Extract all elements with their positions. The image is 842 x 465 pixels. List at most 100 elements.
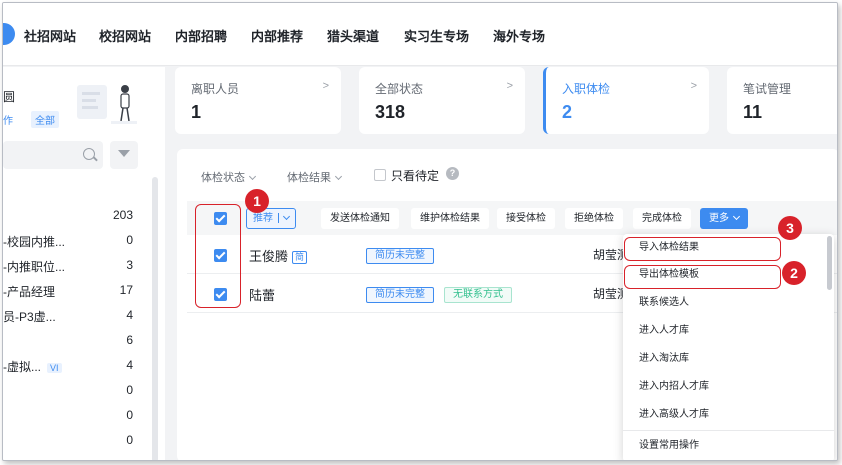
more-button[interactable]: 更多 — [700, 208, 748, 229]
sidebar-item-label: -内推职位... — [3, 260, 65, 274]
sidebar-item[interactable]: 员-P3虚... 4 — [3, 306, 133, 326]
sidebar: 圆 作 全部 203 -校园内推... 0 -内推职位... 3 -产品经理 17 员… — [3, 67, 165, 460]
sidebar-all-tag[interactable]: 全部 — [31, 111, 59, 128]
card-value: 11 — [743, 102, 763, 122]
candidate-name[interactable]: 王俊腾简 — [249, 246, 308, 265]
chevron-right-icon: > — [322, 80, 329, 92]
step-badge-1: 1 — [245, 189, 269, 213]
chevron-down-icon[interactable] — [282, 212, 291, 221]
sidebar-item[interactable]: -内推职位... 3 — [3, 256, 133, 276]
maintain-exam-result-button[interactable]: 维护体检结果 — [411, 208, 489, 229]
top-nav: 社招网站 校招网站 内部招聘 内部推荐 猎头渠道 实习生专场 海外专场 — [3, 3, 837, 66]
reject-exam-button[interactable]: 拒绝体检 — [565, 208, 623, 229]
filter-exam-result[interactable]: 体检结果 — [287, 169, 343, 185]
menu-item-eliminated-pool[interactable]: 进入淘汰库 — [623, 345, 823, 372]
accept-exam-button[interactable]: 接受体检 — [497, 208, 555, 229]
nav-campus-site[interactable]: 校招网站 — [99, 26, 151, 45]
sidebar-item[interactable]: -产品经理 17 — [3, 281, 133, 301]
menu-item-internal-talent-pool[interactable]: 进入内招人才库 — [623, 373, 823, 400]
menu-item-contact-candidate[interactable]: 联系候选人 — [623, 289, 823, 316]
sidebar-item[interactable]: 0 — [3, 431, 133, 451]
app-window: 社招网站 校招网站 内部招聘 内部推荐 猎头渠道 实习生专场 海外专场 圆 作 … — [2, 2, 838, 461]
highlight-checkboxes — [195, 204, 241, 308]
card-value: 1 — [191, 102, 202, 122]
highlight-export-template — [624, 265, 781, 289]
nav-internal-referral[interactable]: 内部推荐 — [251, 26, 303, 45]
sidebar-item[interactable]: 203 — [3, 206, 133, 226]
complete-exam-button[interactable]: 完成体检 — [633, 208, 691, 229]
nav-social-site[interactable]: 社招网站 — [24, 26, 76, 45]
more-label: 更多 — [709, 213, 729, 224]
filter-exam-status[interactable]: 体检状态 — [201, 169, 257, 185]
step-badge-2: 2 — [782, 261, 806, 285]
card-all-status[interactable]: 全部状态 > 318 — [359, 67, 525, 134]
recommend-label: 推荐 — [253, 213, 273, 224]
sidebar-item[interactable]: 0 — [3, 406, 133, 426]
sidebar-filter-button[interactable] — [110, 141, 138, 169]
menu-scrollbar[interactable] — [827, 236, 832, 290]
status-tag: 无联系方式 — [444, 287, 512, 303]
sidebar-item-count: 0 — [126, 233, 133, 247]
send-exam-notice-button[interactable]: 发送体检通知 — [321, 208, 399, 229]
menu-divider — [623, 430, 834, 431]
sidebar-item-count: 4 — [126, 358, 133, 372]
sidebar-item-count: 0 — [126, 433, 133, 447]
candidate-name[interactable]: 陆蕾 — [249, 285, 275, 304]
only-pending-label: 只看待定 — [391, 169, 440, 183]
menu-item-talent-pool[interactable]: 进入人才库 — [623, 317, 823, 344]
chevron-down-icon — [334, 172, 343, 181]
sidebar-item-label: -产品经理 — [3, 285, 55, 299]
card-onboard-exam[interactable]: 入职体检 > 2 — [543, 67, 709, 134]
card-title: 入职体检 — [562, 82, 611, 96]
logo-icon — [3, 23, 15, 45]
card-title: 全部状态 — [375, 82, 424, 96]
nav-intern[interactable]: 实习生专场 — [404, 26, 469, 45]
sidebar-item-count: 0 — [126, 383, 133, 397]
sidebar-search-input[interactable] — [3, 141, 103, 169]
vi-badge: VI — [47, 363, 62, 373]
batch-toolbar: 推荐 发送体检通知 维护体检结果 接受体检 拒绝体检 完成体检 更多 — [187, 201, 837, 235]
sidebar-item-label: -虚拟... VI — [3, 358, 62, 375]
sidebar-item-count: 203 — [112, 208, 133, 222]
sidebar-item[interactable]: -虚拟... VI 4 — [3, 356, 133, 376]
sidebar-item-count: 4 — [126, 308, 133, 322]
filter-icon — [118, 150, 130, 157]
divider — [278, 213, 279, 224]
candidate-name-text: 王俊腾 — [249, 249, 289, 264]
card-value: 2 — [562, 102, 573, 122]
card-title: 离职人员 — [191, 82, 240, 96]
only-pending-checkbox[interactable] — [374, 169, 386, 181]
menu-item-senior-talent-pool[interactable]: 进入高级人才库 — [623, 401, 823, 428]
card-resigned[interactable]: 离职人员 > 1 — [175, 67, 341, 134]
card-value: 318 — [375, 102, 406, 122]
sidebar-action-link[interactable]: 作 — [3, 112, 13, 127]
sidebar-title: 圆 — [3, 90, 16, 104]
sidebar-item-label: -校园内推... — [3, 235, 65, 249]
step-badge-3: 3 — [778, 216, 802, 240]
chevron-down-icon — [248, 172, 257, 181]
menu-item-set-common-actions[interactable]: 设置常用操作 — [623, 432, 823, 459]
nav-headhunter[interactable]: 猎头渠道 — [327, 26, 379, 45]
highlight-import-result — [624, 237, 781, 261]
sidebar-item-count: 3 — [126, 258, 133, 272]
sidebar-item-text: -虚拟... — [3, 360, 41, 374]
help-icon[interactable]: ? — [446, 167, 459, 180]
sidebar-item[interactable]: 0 — [3, 381, 133, 401]
nav-overseas[interactable]: 海外专场 — [493, 26, 545, 45]
search-icon[interactable] — [83, 148, 95, 160]
sidebar-item-label: 员-P3虚... — [3, 310, 56, 324]
chevron-right-icon: > — [506, 80, 513, 92]
chevron-right-icon: > — [690, 80, 697, 92]
resume-icon[interactable]: 简 — [292, 251, 308, 265]
status-tag: 简历未完整 — [366, 248, 434, 264]
sidebar-item[interactable]: -校园内推... 0 — [3, 231, 133, 251]
filter-label: 体检结果 — [287, 172, 331, 184]
sidebar-item[interactable]: 6 — [3, 331, 133, 351]
card-written-test[interactable]: 笔试管理 > 11 — [727, 67, 837, 134]
nav-internal-recruit[interactable]: 内部招聘 — [175, 26, 227, 45]
sidebar-item-count: 17 — [119, 283, 133, 297]
sidebar-item-count: 0 — [126, 408, 133, 422]
filter-label: 体检状态 — [201, 172, 245, 184]
status-tag: 简历未完整 — [366, 287, 434, 303]
sidebar-scrollbar[interactable] — [152, 177, 158, 460]
